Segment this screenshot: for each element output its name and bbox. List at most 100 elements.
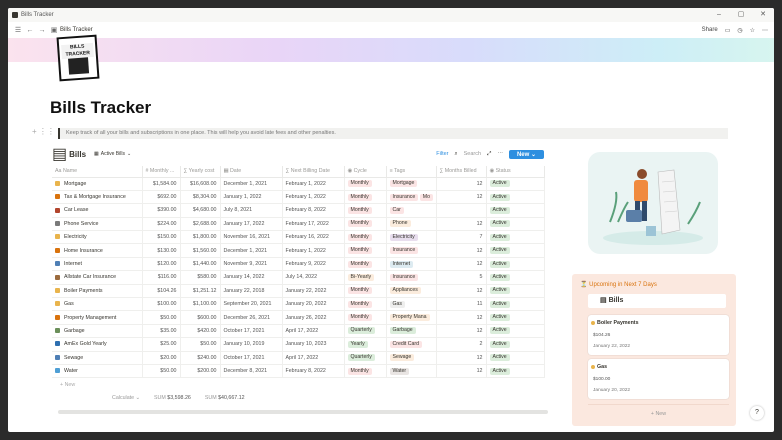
cell-monthly[interactable]: $150.00 xyxy=(142,230,181,245)
cell-status[interactable]: Active xyxy=(486,297,545,312)
cell-monthly[interactable]: $104.26 xyxy=(142,284,181,299)
column-header-yearly[interactable]: ∑ Yearly cost xyxy=(180,166,221,178)
cell-status[interactable]: Active xyxy=(486,243,545,258)
table-row[interactable]: Tax & Mortgage Insurance $692.00 $8,304.00… xyxy=(52,190,545,205)
cell-monthly[interactable]: $20.00 xyxy=(142,351,181,365)
table-row[interactable]: Allstate Car Insurance $116.00 $580.00 Janu… xyxy=(52,270,545,285)
cell-tags[interactable]: Property Mana xyxy=(386,310,437,325)
column-header-monthly[interactable]: # Monthly ... xyxy=(142,166,181,178)
menu-icon[interactable]: ☰ xyxy=(12,26,24,34)
table-row[interactable]: Car Lease $390.00 $4,680.00 July 8, 2021 Feb… xyxy=(52,203,545,218)
history-icon[interactable]: ◷ xyxy=(737,27,742,34)
cell-status[interactable]: Active xyxy=(486,364,545,379)
cell-date[interactable]: January 10, 2019 xyxy=(220,337,283,352)
column-header-next-billing[interactable]: ∑ Next Billing Date xyxy=(282,166,345,178)
cell-status[interactable]: Active xyxy=(486,310,545,325)
cell-cycle[interactable]: Bi-Yearly xyxy=(344,270,387,285)
cell-cycle[interactable]: Quarterly xyxy=(344,351,387,365)
cell-status[interactable]: Active xyxy=(486,257,545,272)
search-button[interactable]: Search xyxy=(464,151,481,157)
cell-name[interactable]: Phone Service xyxy=(52,217,143,232)
cell-tags[interactable]: Sewage xyxy=(386,351,437,365)
cell-status[interactable]: Active xyxy=(486,324,545,339)
cell-tags[interactable]: Internet xyxy=(386,257,437,272)
star-icon[interactable]: ☆ xyxy=(750,27,755,34)
cell-cycle[interactable]: Monthly xyxy=(344,257,387,272)
cell-cycle[interactable]: Monthly xyxy=(344,203,387,218)
database-title[interactable]: Bills xyxy=(69,150,86,159)
forward-arrow-icon[interactable]: → xyxy=(36,27,48,34)
cell-tags[interactable]: Garbage xyxy=(386,324,437,339)
cell-tags[interactable]: Phone xyxy=(386,217,437,232)
column-header-tags[interactable]: ≡ Tags xyxy=(386,166,437,178)
cell-status[interactable]: Active xyxy=(486,351,545,365)
column-header-cycle[interactable]: ◉ Cycle xyxy=(344,166,387,178)
cell-name[interactable]: Internet xyxy=(52,257,143,272)
cell-monthly[interactable]: $50.00 xyxy=(142,364,181,379)
cell-monthly[interactable]: $116.00 xyxy=(142,270,181,285)
table-row[interactable]: Garbage $35.00 $420.00 October 17, 2021 Apri… xyxy=(52,324,545,339)
cell-monthly[interactable]: $120.00 xyxy=(142,257,181,272)
cell-date[interactable]: December 1, 2021 xyxy=(220,177,283,191)
cell-status[interactable]: Active xyxy=(486,203,545,218)
help-button[interactable]: ? xyxy=(750,406,764,420)
cell-monthly[interactable]: $1,584.00 xyxy=(142,177,181,191)
table-row[interactable]: Water $50.00 $200.00 December 8, 2021 Februa… xyxy=(52,364,545,379)
cell-name[interactable]: Tax & Mortgage Insurance xyxy=(52,190,143,205)
cell-status[interactable]: Active xyxy=(486,270,545,285)
column-header-name[interactable]: Aa Name xyxy=(52,166,143,178)
column-header-months-billed[interactable]: ∑ Months Billed xyxy=(436,166,487,178)
cell-tags[interactable]: Credit Card xyxy=(386,337,437,352)
cell-cycle[interactable]: Monthly xyxy=(344,284,387,299)
cell-tags[interactable]: Insurance Mo xyxy=(386,190,437,205)
search-icon[interactable]: ⌕ xyxy=(455,151,458,158)
maximize-button[interactable]: ▢ xyxy=(730,8,752,22)
upcoming-new-button[interactable]: + New xyxy=(588,404,729,417)
cell-tags[interactable]: Water xyxy=(386,364,437,379)
minimize-button[interactable]: – xyxy=(708,8,730,22)
cell-tags[interactable]: Electricity xyxy=(386,230,437,245)
cell-date[interactable]: September 20, 2021 xyxy=(220,297,283,312)
cell-date[interactable]: December 8, 2021 xyxy=(220,364,283,379)
more-icon[interactable]: ⋯ xyxy=(762,27,768,34)
cell-tags[interactable]: Insurance xyxy=(386,270,437,285)
more-options-icon[interactable]: ⋯ xyxy=(497,151,503,157)
cell-name[interactable]: Home Insurance xyxy=(52,243,143,258)
cell-date[interactable]: January 17, 2022 xyxy=(220,217,283,232)
cell-cycle[interactable]: Monthly xyxy=(344,310,387,325)
cell-name[interactable]: Sewage xyxy=(52,351,143,365)
back-arrow-icon[interactable]: ← xyxy=(24,27,36,34)
add-row-button[interactable]: + New xyxy=(60,382,75,388)
table-row[interactable]: Property Management $50.00 $600.00 December… xyxy=(52,310,545,325)
cell-name[interactable]: AmEx Gold Yearly xyxy=(52,337,143,352)
horizontal-scrollbar[interactable] xyxy=(58,410,548,414)
cell-cycle[interactable]: Quarterly xyxy=(344,324,387,339)
table-row[interactable]: Internet $120.00 $1,440.00 November 9, 2021… xyxy=(52,257,545,272)
cell-tags[interactable]: Mortgage xyxy=(386,177,437,191)
table-row[interactable]: Boiler Payments $104.26 $1,251.12 January 2… xyxy=(52,284,545,299)
cell-cycle[interactable]: Monthly xyxy=(344,243,387,258)
cell-cycle[interactable]: Yearly xyxy=(344,337,387,352)
cell-name[interactable]: Allstate Car Insurance xyxy=(52,270,143,285)
expand-icon[interactable]: ⤢ xyxy=(487,151,491,158)
upcoming-card[interactable]: Gas $100.00 January 20, 2022 xyxy=(588,359,729,399)
cell-status[interactable]: Active xyxy=(486,190,545,205)
cell-cycle[interactable]: Monthly xyxy=(344,217,387,232)
cell-status[interactable]: Active xyxy=(486,217,545,232)
cell-monthly[interactable]: $50.00 xyxy=(142,310,181,325)
cell-monthly[interactable]: $25.00 xyxy=(142,337,181,352)
cell-name[interactable]: Gas xyxy=(52,297,143,312)
cell-cycle[interactable]: Monthly xyxy=(344,177,387,191)
table-row[interactable]: Home Insurance $130.00 $1,560.00 December 1… xyxy=(52,243,545,258)
cell-cycle[interactable]: Monthly xyxy=(344,230,387,245)
share-button[interactable]: Share xyxy=(702,27,718,33)
add-block-icon[interactable]: + ⋮⋮ xyxy=(32,127,55,136)
cell-name[interactable]: Garbage xyxy=(52,324,143,339)
cell-date[interactable]: December 1, 2021 xyxy=(220,243,283,258)
cell-name[interactable]: Boiler Payments xyxy=(52,284,143,299)
cell-name[interactable]: Electricity xyxy=(52,230,143,245)
table-row[interactable]: Sewage $20.00 $240.00 October 17, 2021 April… xyxy=(52,351,545,365)
calculate-button[interactable]: Calculate ⌄ xyxy=(112,395,140,401)
cell-tags[interactable]: Appliances xyxy=(386,284,437,299)
upcoming-card[interactable]: Boiler Payments $104.26 January 22, 2022 xyxy=(588,315,729,355)
